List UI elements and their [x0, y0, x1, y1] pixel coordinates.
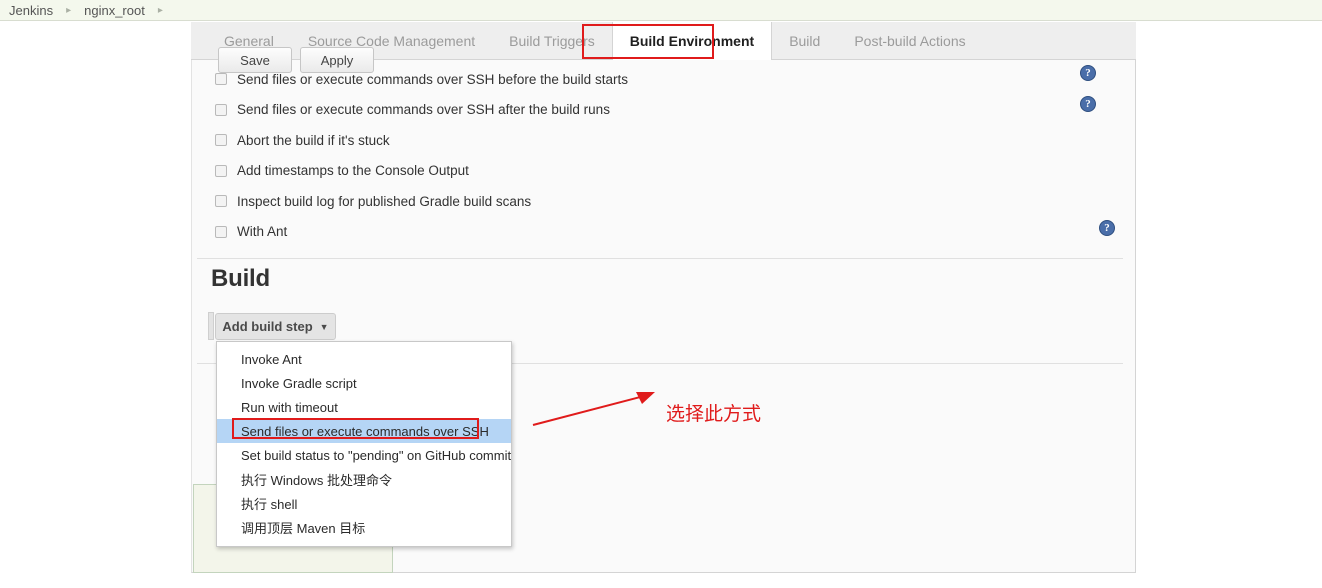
menu-item-send-files-over-ssh[interactable]: Send files or execute commands over SSH: [217, 419, 511, 443]
checkbox-abort-stuck-build[interactable]: [215, 134, 227, 147]
menu-item-execute-shell[interactable]: 执行 shell: [217, 491, 511, 515]
add-build-step-menu: Invoke Ant Invoke Gradle script Run with…: [216, 341, 512, 547]
menu-item-invoke-ant[interactable]: Invoke Ant: [217, 347, 511, 371]
menu-item-set-build-status-pending[interactable]: Set build status to "pending" on GitHub …: [217, 443, 511, 467]
checkbox-add-timestamps[interactable]: [215, 164, 227, 177]
checkbox-label: Send files or execute commands over SSH …: [237, 102, 610, 118]
annotation-note-text: 选择此方式: [666, 404, 762, 425]
apply-button[interactable]: Apply: [300, 47, 374, 73]
help-icon[interactable]: ?: [1099, 220, 1115, 236]
save-button[interactable]: Save: [218, 47, 292, 73]
breadcrumb-item-nginx-root[interactable]: nginx_root: [84, 3, 145, 18]
checkbox-label: Abort the build if it's stuck: [237, 132, 390, 148]
menu-item-invoke-gradle-script[interactable]: Invoke Gradle script: [217, 371, 511, 395]
breadcrumb-separator-icon: ▸: [157, 4, 163, 16]
checkbox-with-ant[interactable]: [215, 225, 227, 238]
checkbox-row-abort-stuck-build[interactable]: Abort the build if it's stuck: [215, 125, 1115, 156]
menu-item-run-with-timeout[interactable]: Run with timeout: [217, 395, 511, 419]
menu-item-invoke-top-level-maven[interactable]: 调用顶层 Maven 目标: [217, 515, 511, 539]
checkbox-row-inspect-gradle-scans[interactable]: Inspect build log for published Gradle b…: [215, 186, 1115, 217]
checkbox-inspect-gradle-scans[interactable]: [215, 195, 227, 208]
build-section-heading: Build: [211, 265, 270, 292]
checkbox-row-ssh-after-build[interactable]: Send files or execute commands over SSH …: [215, 95, 1115, 126]
checkbox-label: Send files or execute commands over SSH …: [237, 71, 628, 87]
help-icon[interactable]: ?: [1080, 65, 1096, 81]
checkbox-row-with-ant[interactable]: With Ant: [215, 217, 1115, 248]
drag-handle[interactable]: [208, 312, 214, 340]
help-icon[interactable]: ?: [1080, 96, 1096, 112]
chevron-down-icon: ▼: [319, 321, 329, 332]
tab-build-triggers[interactable]: Build Triggers: [492, 22, 612, 59]
checkbox-label: Add timestamps to the Console Output: [237, 163, 469, 179]
tab-build[interactable]: Build: [772, 22, 837, 59]
checkbox-ssh-after-build[interactable]: [215, 103, 227, 116]
build-environment-checkbox-list: Send files or execute commands over SSH …: [215, 64, 1115, 247]
menu-item-execute-windows-batch[interactable]: 执行 Windows 批处理命令: [217, 467, 511, 491]
breadcrumb: Jenkins ▸ nginx_root ▸: [0, 0, 1322, 21]
section-divider: [197, 258, 1123, 259]
checkbox-ssh-before-build[interactable]: [215, 73, 227, 86]
breadcrumb-separator-icon: ▸: [66, 4, 72, 16]
checkbox-row-add-timestamps[interactable]: Add timestamps to the Console Output: [215, 156, 1115, 187]
tab-post-build-actions[interactable]: Post-build Actions: [837, 22, 982, 59]
add-build-step-label: Add build step: [222, 319, 313, 334]
breadcrumb-item-jenkins[interactable]: Jenkins: [9, 3, 53, 18]
tab-build-environment[interactable]: Build Environment: [611, 22, 773, 60]
checkbox-label: With Ant: [237, 224, 288, 240]
checkbox-label: Inspect build log for published Gradle b…: [237, 193, 532, 209]
add-build-step-button[interactable]: Add build step ▼: [215, 313, 336, 340]
